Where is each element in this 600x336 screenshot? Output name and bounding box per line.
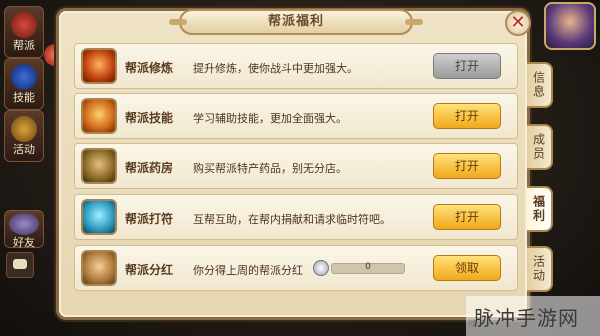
- watermark-text: 脉冲手游网: [474, 306, 579, 330]
- welfare-row-cultivation: 帮派修炼 提升修炼，使你战斗中更加强大。 打开: [74, 43, 518, 89]
- row-name: 帮派药房: [125, 161, 174, 175]
- row-description: 你分得上周的帮派分红: [193, 264, 303, 277]
- tab-members[interactable]: 成员: [527, 124, 553, 170]
- dividend-icon: [81, 250, 117, 286]
- progress-bar: 0: [331, 262, 405, 274]
- tab-info[interactable]: 信息: [527, 62, 553, 108]
- skill-menu-button[interactable]: 技能: [4, 58, 44, 110]
- row-name: 帮派技能: [125, 111, 174, 125]
- chat-bubble-icon[interactable]: [6, 252, 34, 278]
- skill-menu-label: 技能: [13, 91, 35, 104]
- progress-value: 0: [365, 262, 371, 272]
- row-description: 提升修炼，使你战斗中更加强大。: [193, 62, 358, 75]
- panel-title: 帮派福利: [169, 9, 423, 35]
- activity-horn-icon: [11, 116, 37, 142]
- row-description: 互帮互助，在帮内捐献和请求临时符吧。: [193, 213, 391, 226]
- tab-welfare[interactable]: 福利: [527, 186, 553, 232]
- cultivation-icon: [81, 48, 117, 84]
- row-name: 帮派修炼: [125, 61, 174, 75]
- row-description: 学习辅助技能，更加全面强大。: [193, 112, 347, 125]
- welfare-row-pharmacy: 帮派药房 购买帮派特产药品，别无分店。 打开: [74, 143, 518, 189]
- dividend-progress: 0: [313, 260, 405, 276]
- open-skill-button[interactable]: 打开: [433, 103, 501, 129]
- claim-dividend-button[interactable]: 领取: [433, 255, 501, 281]
- row-name: 帮派分红: [125, 263, 174, 277]
- activity-menu-button[interactable]: 活动: [4, 110, 44, 162]
- friends-menu-button[interactable]: 好友: [4, 210, 44, 249]
- activity-menu-label: 活动: [13, 143, 35, 156]
- guild-menu-label: 帮派: [13, 39, 35, 52]
- guild-skill-icon: [81, 98, 117, 134]
- close-button[interactable]: ✕: [505, 10, 531, 36]
- silver-coin-icon: [313, 260, 329, 276]
- talisman-icon: [81, 199, 117, 235]
- guild-flag-icon: [11, 12, 37, 38]
- welfare-row-dividend: 帮派分红 你分得上周的帮派分红 0 领取: [74, 245, 518, 291]
- open-pharmacy-button[interactable]: 打开: [433, 153, 501, 179]
- row-name: 帮派打符: [125, 212, 174, 226]
- tab-activity[interactable]: 活动: [527, 246, 553, 292]
- pharmacy-icon: [81, 148, 117, 184]
- friends-menu-label: 好友: [13, 236, 35, 249]
- skill-book-icon: [11, 64, 37, 90]
- row-description: 购买帮派特产药品，别无分店。: [193, 162, 347, 175]
- open-cultivation-button[interactable]: 打开: [433, 53, 501, 79]
- hero-portrait-avatar[interactable]: [544, 2, 596, 50]
- friends-hat-icon: [9, 213, 39, 235]
- close-icon: ✕: [510, 12, 526, 33]
- open-talisman-button[interactable]: 打开: [433, 204, 501, 230]
- welfare-row-talisman: 帮派打符 互帮互助，在帮内捐献和请求临时符吧。 打开: [74, 194, 518, 240]
- welfare-row-skill: 帮派技能 学习辅助技能，更加全面强大。 打开: [74, 93, 518, 139]
- guild-menu-button[interactable]: 帮派: [4, 6, 44, 58]
